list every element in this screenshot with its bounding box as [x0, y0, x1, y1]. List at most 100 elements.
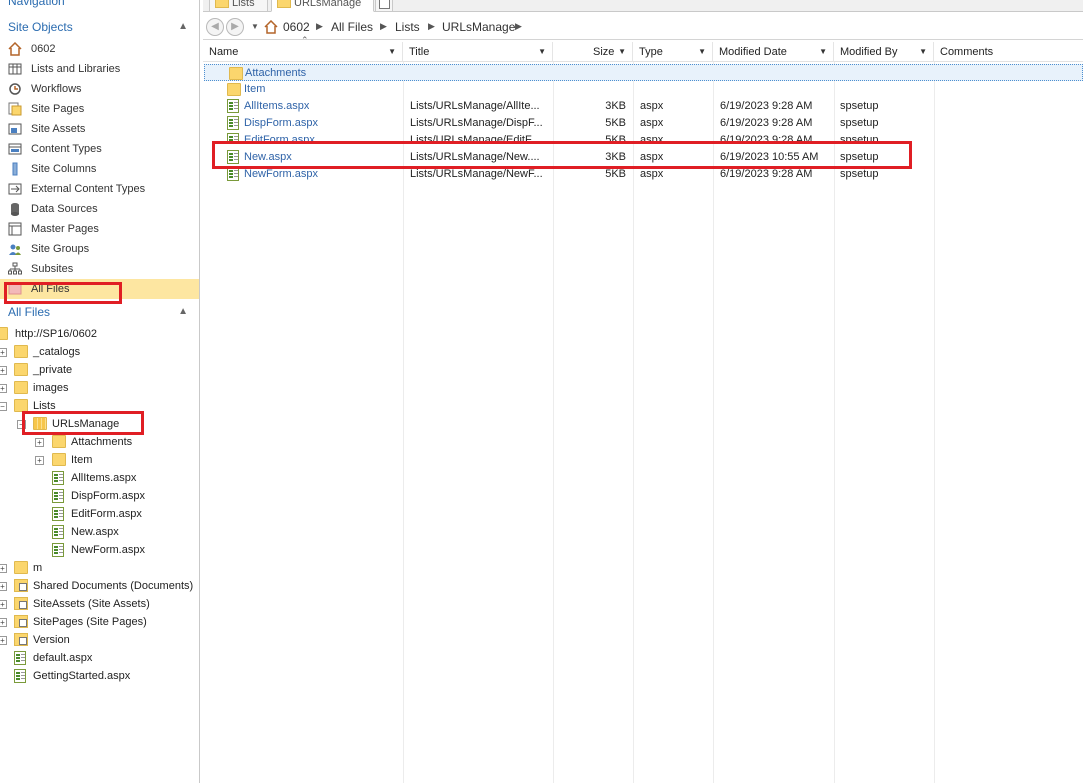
all-files-header[interactable]: All Files ▲: [0, 303, 200, 321]
column-label: Modified Date: [719, 46, 787, 58]
column-comments[interactable]: Comments: [934, 42, 1083, 62]
breadcrumb-separator-icon[interactable]: ▶: [380, 21, 387, 32]
expand-icon[interactable]: +: [0, 618, 7, 627]
nav-item-site-groups[interactable]: Site Groups: [0, 239, 199, 259]
aspx-file-icon: [52, 525, 64, 539]
tree-item-editform[interactable]: EditForm.aspx: [0, 505, 199, 523]
column-name[interactable]: Name ▼: [203, 42, 403, 62]
column-type[interactable]: Type ▼: [633, 42, 713, 62]
expand-icon[interactable]: +: [0, 582, 7, 591]
expand-icon[interactable]: +: [0, 384, 7, 393]
collapse-icon[interactable]: −: [0, 402, 7, 411]
expand-icon[interactable]: +: [0, 564, 7, 573]
tree-item-siteassets[interactable]: + SiteAssets (Site Assets): [0, 595, 199, 613]
row-icon-slot: [227, 81, 241, 98]
filter-dropdown-icon[interactable]: ▼: [538, 42, 546, 62]
expand-icon[interactable]: +: [35, 438, 44, 447]
column-size[interactable]: Size ▼: [553, 42, 633, 62]
file-row-dispform[interactable]: DispForm.aspx Lists/URLsManage/DispF... …: [203, 115, 1083, 132]
tree-item-dispform[interactable]: DispForm.aspx: [0, 487, 199, 505]
nav-item-workflows[interactable]: Workflows: [0, 79, 199, 99]
tree-item-catalogs[interactable]: + _catalogs: [0, 343, 199, 361]
expand-icon[interactable]: +: [0, 600, 7, 609]
site-objects-header[interactable]: Site Objects ▲: [0, 18, 200, 36]
file-name[interactable]: Item: [244, 81, 265, 98]
filter-dropdown-icon[interactable]: ▼: [618, 42, 626, 62]
file-size: 5KB: [605, 134, 626, 141]
home-icon: [8, 42, 22, 56]
aspx-file-icon: [227, 116, 239, 130]
breadcrumb-separator-icon[interactable]: ▶: [515, 21, 522, 32]
folder-icon: [277, 0, 291, 8]
file-size: 5KB: [605, 117, 626, 129]
content-types-icon: [8, 143, 22, 155]
filter-dropdown-icon[interactable]: ▼: [919, 42, 927, 62]
tree-item-newform[interactable]: NewForm.aspx: [0, 541, 199, 559]
file-row-item[interactable]: Item: [203, 81, 1083, 98]
file-name[interactable]: Attachments: [245, 65, 306, 82]
groups-icon: [9, 244, 21, 255]
nav-item-master-pages[interactable]: Master Pages: [0, 219, 199, 239]
tree-item-allitems[interactable]: AllItems.aspx: [0, 469, 199, 487]
tree-item-label: Version: [33, 634, 70, 646]
expand-icon[interactable]: +: [35, 456, 44, 465]
expand-icon[interactable]: +: [0, 366, 7, 375]
file-row-allitems[interactable]: AllItems.aspx Lists/URLsManage/AllIte...…: [203, 98, 1083, 115]
nav-item-external-content-types[interactable]: External Content Types: [0, 179, 199, 199]
aspx-file-icon: [227, 133, 239, 141]
nav-item-site-assets[interactable]: Site Assets: [0, 119, 199, 139]
tree-item-private[interactable]: + _private: [0, 361, 199, 379]
nav-item-lists-and-libraries[interactable]: Lists and Libraries: [0, 59, 199, 79]
nav-item-site-pages[interactable]: Site Pages: [0, 99, 199, 119]
file-name[interactable]: EditForm.aspx: [244, 132, 315, 141]
tree-item-label: Attachments: [71, 436, 133, 448]
column-modified-date[interactable]: Modified Date ▼: [713, 42, 834, 62]
file-row-editform[interactable]: EditForm.aspx Lists/URLsManage/EditF... …: [203, 132, 1083, 141]
new-tab-button[interactable]: [375, 0, 393, 12]
tree-item-shared-documents[interactable]: + Shared Documents (Documents): [0, 577, 199, 595]
tab-urlsmanage[interactable]: URLsManage: [271, 0, 375, 12]
tree-item-attachments[interactable]: + Attachments: [0, 433, 199, 451]
tree-item-gettingstarted[interactable]: GettingStarted.aspx: [0, 667, 199, 685]
history-dropdown-icon[interactable]: ▼: [251, 22, 259, 31]
tree-item-sitepages[interactable]: + SitePages (Site Pages): [0, 613, 199, 631]
breadcrumb-item[interactable]: Lists: [395, 20, 420, 34]
nav-item-home[interactable]: 0602: [0, 39, 199, 59]
file-name[interactable]: AllItems.aspx: [244, 98, 309, 115]
collapse-chevron-icon[interactable]: ▲: [178, 18, 188, 36]
expand-icon[interactable]: +: [0, 636, 7, 645]
filter-dropdown-icon[interactable]: ▼: [388, 42, 396, 62]
nav-item-data-sources[interactable]: Data Sources: [0, 199, 199, 219]
tree-item-item[interactable]: + Item: [0, 451, 199, 469]
file-row-attachments[interactable]: Attachments: [204, 64, 1083, 81]
aspx-file-icon: [14, 651, 26, 665]
tree-item-new[interactable]: New.aspx: [0, 523, 199, 541]
breadcrumb-item[interactable]: 0602: [283, 20, 310, 34]
expand-icon[interactable]: +: [0, 348, 7, 357]
collapse-chevron-icon[interactable]: ▲: [178, 303, 188, 321]
file-modified-date: 6/19/2023 9:28 AM: [720, 134, 813, 141]
breadcrumb-item[interactable]: URLsManage: [442, 20, 515, 34]
breadcrumb-separator-icon[interactable]: ▶: [428, 21, 435, 32]
breadcrumb-item[interactable]: All Files: [331, 20, 373, 34]
tree-item-images[interactable]: + images: [0, 379, 199, 397]
home-icon[interactable]: [264, 20, 278, 34]
tab-lists[interactable]: Lists: [209, 0, 268, 12]
back-button[interactable]: ◀: [206, 18, 224, 36]
tree-item-m[interactable]: + m: [0, 559, 199, 577]
column-title[interactable]: Title ▼: [403, 42, 553, 62]
filter-dropdown-icon[interactable]: ▼: [698, 42, 706, 62]
tab-label: Lists: [232, 0, 255, 9]
file-modified-by: spsetup: [840, 134, 879, 141]
filter-dropdown-icon[interactable]: ▼: [819, 42, 827, 62]
tree-item-version[interactable]: + Version: [0, 631, 199, 649]
breadcrumb-separator-icon[interactable]: ▶: [316, 21, 323, 32]
forward-button[interactable]: ▶: [226, 18, 244, 36]
nav-item-subsites[interactable]: Subsites: [0, 259, 199, 279]
master-pages-icon: [8, 222, 22, 236]
tree-item-default[interactable]: default.aspx: [0, 649, 199, 667]
nav-item-site-columns[interactable]: Site Columns: [0, 159, 199, 179]
nav-item-content-types[interactable]: Content Types: [0, 139, 199, 159]
column-modified-by[interactable]: Modified By ▼: [834, 42, 934, 62]
file-name[interactable]: DispForm.aspx: [244, 115, 318, 132]
